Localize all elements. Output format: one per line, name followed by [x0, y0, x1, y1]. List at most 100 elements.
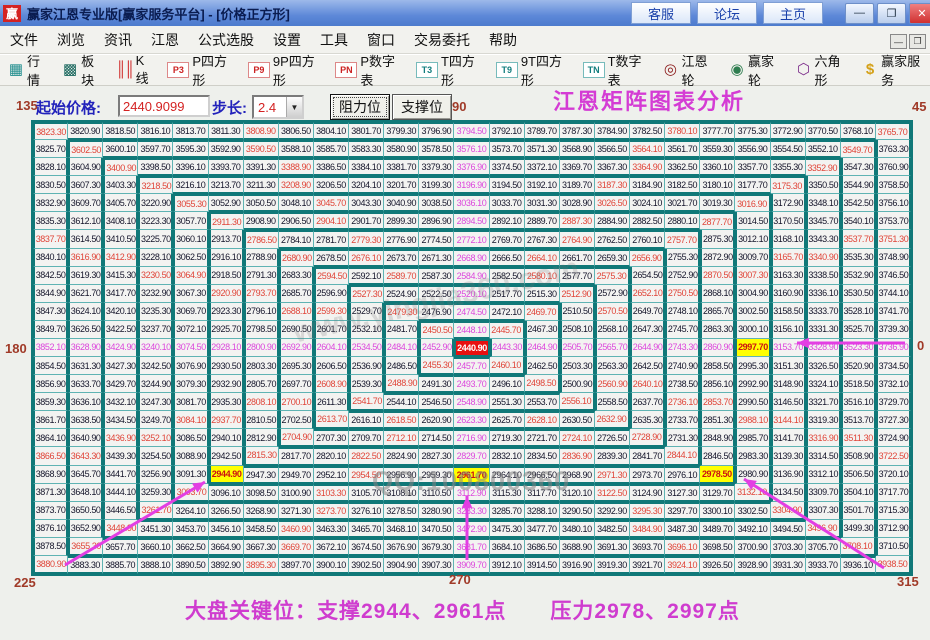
grid-cell: 3012.10 [735, 230, 771, 249]
menu-item-江恩[interactable]: 江恩 [151, 30, 179, 50]
grid-cell: 2472.10 [489, 302, 525, 321]
grid-cell: 3576.10 [454, 140, 490, 159]
grid-cell: 3698.50 [700, 537, 736, 556]
grid-cell: 3669.70 [278, 537, 314, 556]
grid-cell: 2486.50 [384, 357, 420, 376]
grid-cell: 3261.70 [138, 501, 174, 520]
grid-cell: 2793.70 [243, 284, 279, 303]
grid-cell: 3199.30 [419, 176, 455, 195]
grid-cell: 2654.50 [630, 266, 666, 285]
quick-button-主页[interactable]: 主页 [763, 2, 823, 24]
grid-cell: 3861.70 [33, 411, 69, 430]
menu-item-交易委托[interactable]: 交易委托 [414, 30, 470, 50]
grid-cell: 3163.30 [770, 266, 806, 285]
menu-item-浏览[interactable]: 浏览 [57, 30, 85, 50]
menu-item-文件[interactable]: 文件 [10, 30, 38, 50]
toolbar-button-行情[interactable]: ▦ 行情 [8, 51, 51, 89]
toolbar-button-板块[interactable]: ▩ 板块 [62, 51, 105, 89]
grid-cell: 3811.30 [208, 122, 244, 141]
grid-cell: 2661.70 [559, 248, 595, 267]
grid-cell: 3772.90 [770, 122, 806, 141]
quick-button-论坛[interactable]: 论坛 [697, 2, 757, 24]
menu-item-设置[interactable]: 设置 [273, 30, 301, 50]
grid-cell: 3316.90 [805, 429, 841, 448]
grid-cell: 3835.30 [33, 212, 69, 231]
toolbar-button-T四方形[interactable]: T3 T四方形 [415, 51, 485, 89]
step-label: 步长: [212, 100, 247, 117]
grid-cell: 3544.90 [840, 176, 876, 195]
grid-cell: 3866.50 [33, 447, 69, 466]
menu-item-工具[interactable]: 工具 [320, 30, 348, 50]
grid-cell: 3180.10 [700, 176, 736, 195]
grid-cell: 2464.90 [524, 338, 560, 358]
chevron-down-icon[interactable]: ▼ [286, 97, 302, 117]
menu-item-公式选股[interactable]: 公式选股 [198, 30, 254, 50]
menu-item-资讯[interactable]: 资讯 [104, 30, 132, 50]
grid-cell: 3660.10 [138, 537, 174, 556]
grid-cell: 2961.70 [454, 465, 490, 484]
grid-cell: 2673.70 [384, 248, 420, 267]
grid-cell: 3014.50 [735, 212, 771, 231]
toolbar-button-六角形[interactable]: ⬡ 六角形 [796, 51, 852, 89]
grid-cell: 2880.10 [665, 212, 701, 231]
grid-cell: 3436.90 [103, 429, 139, 448]
grid-cell: 3813.70 [173, 122, 209, 141]
grid-cell: 3775.30 [735, 122, 771, 141]
grid-cell: 3619.30 [68, 266, 104, 285]
toolbar-button-P四方形[interactable]: P3 P四方形 [167, 51, 237, 89]
mdi-restore-button[interactable]: ❐ [909, 34, 926, 49]
mdi-minimize-button[interactable]: — [890, 34, 907, 49]
angle-label-180: 180 [5, 341, 27, 356]
toolbar-button-P数字表[interactable]: PN P数字表 [335, 51, 405, 89]
step-combobox[interactable]: 2.4 ▼ [252, 95, 304, 119]
grid-cell: 2517.70 [489, 284, 525, 303]
grid-cell: 2764.90 [559, 230, 595, 249]
grid-cell: 3727.30 [875, 411, 911, 430]
grid-cell: 3091.30 [173, 465, 209, 484]
grid-cell: 2508.10 [559, 320, 595, 339]
grid-cell: 2841.70 [630, 447, 666, 466]
toolbar-button-9P四方形[interactable]: P9 9P四方形 [247, 51, 324, 89]
grid-cell: 3825.70 [33, 140, 69, 159]
minimize-button[interactable]: — [845, 2, 874, 24]
grid-cell: 2500.90 [559, 375, 595, 394]
grid-cell: 2776.90 [384, 230, 420, 249]
quick-button-客服[interactable]: 客服 [631, 2, 691, 24]
grid-cell: 2976.10 [665, 465, 701, 484]
grid-cell: 3062.50 [173, 248, 209, 267]
restore-button[interactable]: ❐ [877, 2, 906, 24]
grid-cell: 3688.90 [559, 537, 595, 556]
grid-cell: 2803.30 [243, 357, 279, 376]
grid-cell: 3780.10 [665, 122, 701, 141]
grid-cell: 3057.70 [173, 212, 209, 231]
grid-cell: 2774.50 [419, 230, 455, 249]
grid-cell: 3297.70 [665, 501, 701, 520]
grid-cell: 2452.90 [419, 338, 455, 358]
grid-cell: 3494.50 [770, 519, 806, 538]
toolbar-button-赢家服务[interactable]: $ 赢家服务 [862, 51, 930, 89]
grid-cell: 3266.50 [208, 501, 244, 520]
grid-cell: 3189.70 [559, 176, 595, 195]
grid-cell: 3693.70 [630, 537, 666, 556]
support-button[interactable]: 支撑位 [392, 94, 452, 120]
grid-cell: 3667.30 [243, 537, 279, 556]
menu-item-窗口[interactable]: 窗口 [367, 30, 395, 50]
grid-cell: 3715.30 [875, 501, 911, 520]
grid-cell: 3573.70 [489, 140, 525, 159]
grid-cell: 3484.90 [630, 519, 666, 538]
menu-item-帮助[interactable]: 帮助 [489, 30, 517, 50]
grid-cell: 2923.30 [208, 302, 244, 321]
grid-cell: 3580.90 [384, 140, 420, 159]
grid-cell: 3050.50 [243, 194, 279, 213]
grid-cell: 3472.90 [454, 519, 490, 538]
blocks-icon: ▩ [63, 61, 78, 78]
P9-icon: P9 [247, 62, 270, 78]
grid-cell: 3626.50 [68, 320, 104, 339]
start-price-input[interactable] [118, 95, 210, 117]
toolbar-button-K线[interactable]: ║║ K线 [116, 53, 156, 87]
grid-cell: 2611.30 [313, 393, 350, 412]
resistance-button[interactable]: 阻力位 [330, 94, 390, 120]
grid-cell: 3499.30 [840, 519, 876, 538]
close-button[interactable]: ✕ [909, 2, 930, 24]
grid-cell: 3844.90 [33, 284, 69, 303]
